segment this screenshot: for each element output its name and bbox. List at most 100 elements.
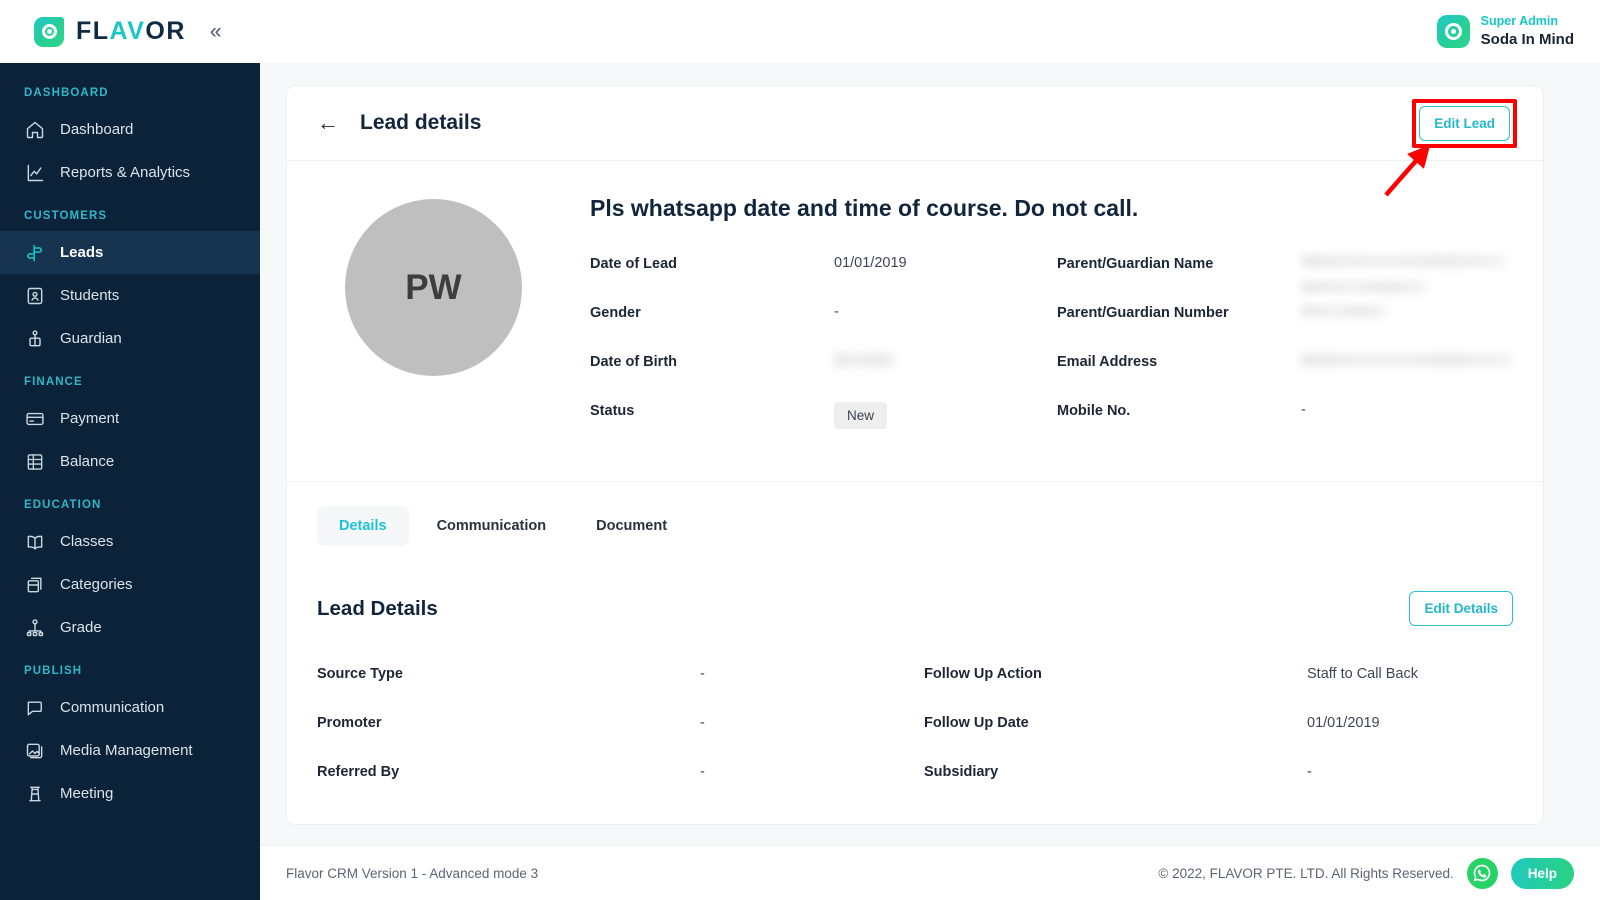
sidebar-item-reports-analytics[interactable]: Reports & Analytics — [0, 151, 260, 194]
detail-value: Staff to Call Back — [1307, 666, 1418, 682]
field-row: Parent/Guardian Name — [1057, 255, 1513, 304]
sidebar-item-classes[interactable]: Classes — [0, 520, 260, 563]
sidebar: FLAVOR « DASHBOARD Dashboard Reports & Ana… — [0, 0, 260, 900]
redacted-bar — [1301, 281, 1427, 293]
detail-value: - — [700, 715, 705, 731]
app-root: FLAVOR « DASHBOARD Dashboard Reports & Ana… — [0, 0, 1600, 900]
edit-details-button[interactable]: Edit Details — [1409, 591, 1513, 626]
tab-communication[interactable]: Communication — [415, 506, 569, 546]
boxes-icon — [24, 574, 46, 596]
top-bar: Super Admin Soda In Mind — [260, 0, 1600, 63]
field-label: Gender — [590, 305, 641, 321]
redacted-bar — [1301, 354, 1513, 366]
field-label: Date of Birth — [590, 354, 677, 370]
guardian-icon — [24, 328, 46, 350]
edit-lead-button-wrap: Edit Lead — [1412, 98, 1517, 148]
tab-details[interactable]: Details — [317, 506, 409, 546]
user-name: Soda In Mind — [1480, 30, 1574, 48]
field-row: Date of Birth — [590, 353, 1039, 402]
brand-wordmark-part2: AV — [109, 17, 146, 45]
field-label: Parent/Guardian Name — [1057, 256, 1214, 272]
lead-fields-right: Parent/Guardian Name Parent/Guardian Numb… — [1039, 255, 1513, 451]
detail-value: - — [700, 764, 705, 780]
detail-row: Referred By - — [317, 764, 906, 813]
sidebar-item-media-management[interactable]: Media Management — [0, 729, 260, 772]
sidebar-item-balance[interactable]: Balance — [0, 440, 260, 483]
field-row: Email Address — [1057, 353, 1513, 402]
signpost-icon — [24, 242, 46, 264]
field-value-redacted — [1301, 255, 1506, 298]
redacted-bar — [1301, 305, 1386, 317]
sidebar-item-communication[interactable]: Communication — [0, 686, 260, 729]
user-menu[interactable]: Super Admin Soda In Mind — [1436, 14, 1574, 49]
sidebar-item-label: Dashboard — [60, 121, 134, 138]
field-label: Status — [590, 403, 635, 419]
field-value-redacted — [1301, 353, 1513, 371]
avatar — [1436, 15, 1470, 48]
sidebar-item-meeting[interactable]: Meeting — [0, 772, 260, 815]
card-header: ← Lead details Edit Lead — [287, 86, 1543, 161]
lead-details-grid: Source Type - Promoter - Referred By - Follow… — [317, 666, 1513, 813]
footer-version: Flavor CRM Version 1 - Advanced mode 3 — [286, 865, 539, 881]
lead-details-section: Lead Details Edit Details Source Type - Pr… — [287, 546, 1543, 813]
lead-name: Pls whatsapp date and time of course. Do… — [590, 195, 1139, 221]
lead-details-card: ← Lead details Edit Lead PW Pls whatsapp… — [286, 85, 1544, 825]
sidebar-item-label: Guardian — [60, 330, 122, 347]
sidebar-item-label: Categories — [60, 576, 133, 593]
detail-value: - — [1307, 764, 1312, 780]
detail-label: Referred By — [317, 764, 400, 780]
ledger-icon — [24, 451, 46, 473]
book-icon — [24, 531, 46, 553]
back-arrow-icon[interactable]: ← — [317, 112, 339, 134]
lead-details-right: Follow Up Action Staff to Call Back Follow… — [906, 666, 1513, 813]
field-label: Mobile No. — [1057, 403, 1131, 419]
footer-right: © 2022, FLAVOR PTE. LTD. All Rights Rese… — [1158, 857, 1574, 889]
detail-row: Follow Up Date 01/01/2019 — [924, 715, 1513, 764]
brand-wordmark-part1: FL — [76, 17, 110, 45]
field-label: Parent/Guardian Number — [1057, 305, 1229, 321]
lead-profile: PW Pls whatsapp date and time of course.… — [287, 161, 1543, 482]
field-row: Mobile No. - — [1057, 402, 1513, 451]
detail-label: Subsidiary — [924, 764, 999, 780]
detail-label: Promoter — [317, 715, 382, 731]
home-icon — [24, 119, 46, 141]
card-title-wrap: ← Lead details — [317, 111, 481, 135]
field-value-redacted — [834, 353, 896, 372]
sidebar-item-label: Students — [60, 287, 120, 304]
sidebar-item-leads[interactable]: Leads — [0, 231, 260, 274]
field-row: Date of Lead 01/01/2019 — [590, 255, 1039, 304]
sidebar-item-dashboard[interactable]: Dashboard — [0, 108, 260, 151]
tab-document[interactable]: Document — [574, 506, 689, 546]
page-content: ← Lead details Edit Lead PW Pls whatsapp… — [260, 63, 1600, 845]
sidebar-section-finance: FINANCE — [24, 376, 83, 388]
lead-avatar: PW — [345, 199, 522, 376]
sidebar-item-students[interactable]: Students — [0, 274, 260, 317]
sidebar-item-grade[interactable]: Grade — [0, 606, 260, 649]
sidebar-section-customers: CUSTOMERS — [24, 210, 108, 222]
detail-row: Subsidiary - — [924, 764, 1513, 813]
sidebar-item-label: Reports & Analytics — [60, 164, 191, 181]
field-value: - — [1301, 402, 1306, 418]
chat-bubble-icon — [24, 697, 46, 719]
sidebar-item-payment[interactable]: Payment — [0, 397, 260, 440]
redacted-bar — [1301, 255, 1506, 267]
sidebar-item-label: Payment — [60, 410, 120, 427]
id-card-icon — [24, 285, 46, 307]
detail-value: 01/01/2019 — [1307, 715, 1380, 731]
flavor-logo-icon — [34, 16, 64, 47]
whatsapp-icon[interactable] — [1466, 857, 1498, 889]
sidebar-item-label: Grade — [60, 619, 102, 636]
brand-wordmark-part3: OR — [145, 17, 186, 45]
sidebar-item-categories[interactable]: Categories — [0, 563, 260, 606]
detail-row: Source Type - — [317, 666, 906, 715]
lead-field-grid: Date of Lead 01/01/2019 Gender - Date of Bir… — [590, 255, 1513, 451]
sidebar-logo-bar: FLAVOR « — [0, 0, 260, 63]
lead-details-header: Lead Details Edit Details — [317, 591, 1513, 626]
collapse-sidebar-icon[interactable]: « — [210, 21, 222, 42]
field-value: 01/01/2019 — [834, 255, 907, 271]
lead-fields-left: Date of Lead 01/01/2019 Gender - Date of Bir… — [590, 255, 1039, 451]
image-stack-icon — [24, 740, 46, 762]
help-button[interactable]: Help — [1510, 857, 1574, 889]
sidebar-item-guardian[interactable]: Guardian — [0, 317, 260, 360]
edit-lead-button[interactable]: Edit Lead — [1419, 105, 1510, 141]
